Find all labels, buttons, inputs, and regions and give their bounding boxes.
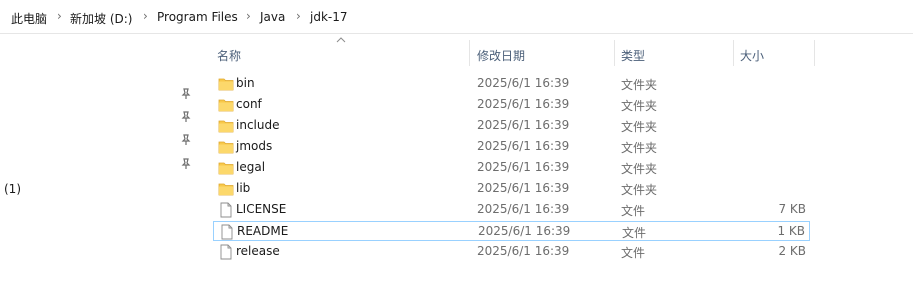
breadcrumb-program-files[interactable]: Program Files [157,10,238,24]
column-header-name[interactable]: 名称 [213,34,469,68]
document-icon [220,244,232,260]
file-date: 2025/6/1 16:39 [477,97,570,111]
folder-icon [218,78,234,91]
file-name: bin [236,76,255,90]
navigation-pane: (1) [0,34,200,302]
folder-icon [218,99,234,112]
file-size: 1 KB [777,224,805,238]
file-size: 2 KB [778,244,806,258]
pin-icon[interactable] [180,158,192,170]
file-name: README [237,224,289,238]
column-type-label: 类型 [621,49,646,63]
breadcrumb-separator-icon[interactable]: › [296,9,301,23]
list-item[interactable]: include 2025/6/1 16:39 文件夹 [213,116,810,136]
file-type: 文件夹 [621,141,658,155]
file-name: LICENSE [236,202,287,216]
column-name-label: 名称 [217,49,242,63]
list-item[interactable]: LICENSE 2025/6/1 16:39 文件 7 KB [213,200,810,220]
pin-icon[interactable] [180,134,192,146]
file-name: release [236,244,280,258]
file-date: 2025/6/1 16:39 [477,139,570,153]
file-type: 文件夹 [621,162,658,176]
breadcrumb-java[interactable]: Java [260,10,285,24]
folder-icon [218,183,234,196]
breadcrumb-jdk17[interactable]: jdk-17 [310,10,348,24]
document-icon [221,224,233,240]
pin-icon[interactable] [180,111,192,123]
list-item[interactable]: legal 2025/6/1 16:39 文件夹 [213,158,810,178]
file-name: jmods [236,139,273,153]
file-type: 文件 [621,204,646,218]
file-type: 文件 [622,226,647,240]
column-header-size[interactable]: 大小 [734,34,814,68]
file-size: 7 KB [778,202,806,216]
breadcrumb-drive[interactable]: 新加坡 (D:) [70,10,132,27]
file-type: 文件夹 [621,78,658,92]
pin-icon[interactable] [180,88,192,100]
file-date: 2025/6/1 16:39 [477,76,570,90]
file-date: 2025/6/1 16:39 [477,202,570,216]
file-date: 2025/6/1 16:39 [478,224,571,238]
file-type: 文件 [621,246,646,260]
file-date: 2025/6/1 16:39 [477,160,570,174]
breadcrumb-separator-icon[interactable]: › [246,9,251,23]
list-item[interactable]: lib 2025/6/1 16:39 文件夹 [213,179,810,199]
file-date: 2025/6/1 16:39 [477,244,570,258]
list-item[interactable]: jmods 2025/6/1 16:39 文件夹 [213,137,810,157]
address-bar[interactable]: 此电脑 › 新加坡 (D:) › Program Files › Java › … [0,0,913,34]
breadcrumb-this-pc[interactable]: 此电脑 [11,10,47,27]
breadcrumb-separator-icon[interactable]: › [57,9,62,23]
document-icon [220,202,232,218]
file-date: 2025/6/1 16:39 [477,118,570,132]
folder-icon [218,120,234,133]
column-divider[interactable] [814,40,815,66]
list-item[interactable]: bin 2025/6/1 16:39 文件夹 [213,74,810,94]
file-type: 文件夹 [621,99,658,113]
column-date-label: 修改日期 [477,49,526,63]
file-type: 文件夹 [621,183,658,197]
folder-icon [218,141,234,154]
file-type: 文件夹 [621,120,658,134]
breadcrumb-separator-icon[interactable]: › [143,9,148,23]
file-date: 2025/6/1 16:39 [477,181,570,195]
file-name: lib [236,181,251,195]
nav-drive-count[interactable]: (1) [4,182,21,196]
list-item-selected[interactable]: README 2025/6/1 16:39 文件 1 KB [213,221,810,241]
list-item[interactable]: release 2025/6/1 16:39 文件 2 KB [213,242,810,262]
column-size-label: 大小 [740,49,765,63]
column-header-type[interactable]: 类型 [615,34,733,68]
file-name: conf [236,97,262,111]
column-header-date[interactable]: 修改日期 [470,34,614,68]
list-item[interactable]: conf 2025/6/1 16:39 文件夹 [213,95,810,115]
file-name: include [236,118,280,132]
folder-icon [218,162,234,175]
file-name: legal [236,160,266,174]
